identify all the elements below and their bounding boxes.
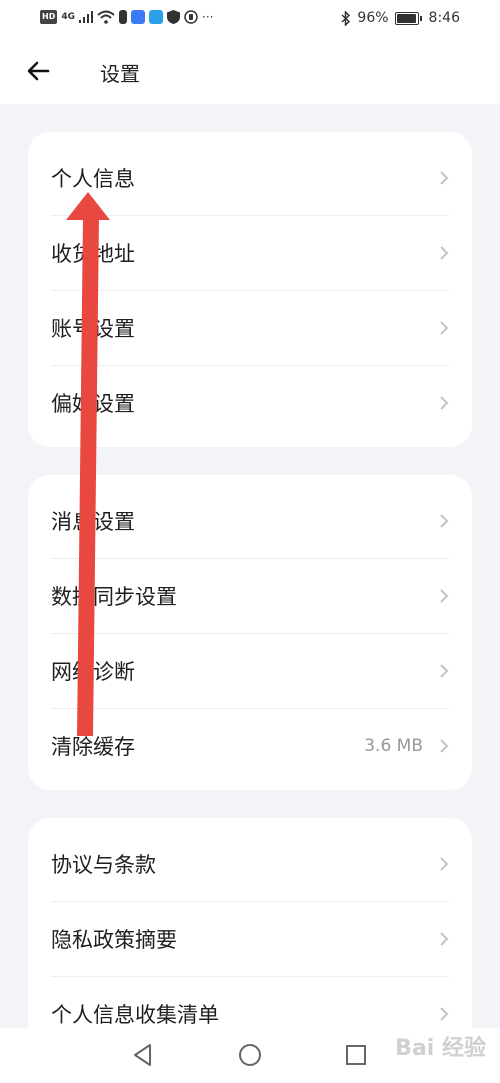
settings-item-preferences[interactable]: 偏好设置 — [28, 365, 472, 440]
settings-item-terms[interactable]: 协议与条款 — [28, 826, 472, 901]
settings-item-clear-cache[interactable]: 清除缓存 3.6 MB — [28, 708, 472, 783]
chevron-right-icon — [440, 588, 449, 603]
notification-alert-icon — [119, 10, 127, 24]
settings-item-label: 个人信息收集清单 — [51, 1002, 219, 1027]
settings-item-label: 收货地址 — [51, 241, 135, 266]
settings-item-label: 账号设置 — [51, 316, 135, 341]
hd-badge: HD — [40, 10, 58, 24]
wifi-icon — [97, 10, 115, 24]
nav-recents-icon[interactable] — [343, 1042, 369, 1068]
settings-item-label: 偏好设置 — [51, 391, 135, 416]
network-label: 4G — [61, 12, 75, 22]
chevron-right-icon — [440, 738, 449, 753]
chevron-right-icon — [440, 245, 449, 260]
settings-item-label: 数据同步设置 — [51, 584, 177, 609]
chevron-right-icon — [440, 663, 449, 678]
status-icons-right: 96% 8:46 — [341, 10, 460, 26]
chevron-right-icon — [440, 513, 449, 528]
settings-item-label: 协议与条款 — [51, 852, 156, 877]
watermark-logo: Bai 经验 — [395, 1036, 486, 1061]
nav-back-icon[interactable] — [130, 1042, 156, 1068]
settings-item-label: 清除缓存 — [51, 734, 135, 759]
settings-group-account: 个人信息 收货地址 账号设置 偏好设置 — [28, 132, 472, 447]
more-notifications: ··· — [202, 10, 214, 24]
clock: 8:46 — [428, 10, 460, 26]
settings-item-shipping-address[interactable]: 收货地址 — [28, 215, 472, 290]
settings-item-label: 消息设置 — [51, 509, 135, 534]
chevron-right-icon — [440, 170, 449, 185]
hand-icon — [184, 10, 198, 24]
bluetooth-icon — [341, 10, 351, 26]
settings-item-personal-info[interactable]: 个人信息 — [28, 140, 472, 215]
app-header: 设置 — [0, 38, 500, 104]
settings-item-data-sync[interactable]: 数据同步设置 — [28, 558, 472, 633]
chevron-right-icon — [440, 1006, 449, 1021]
back-arrow-icon[interactable] — [24, 56, 54, 86]
app-notification-icon — [131, 10, 145, 24]
settings-group-legal: 协议与条款 隐私政策摘要 个人信息收集清单 — [28, 818, 472, 1058]
settings-item-message-settings[interactable]: 消息设置 — [28, 483, 472, 558]
settings-group-system: 消息设置 数据同步设置 网络诊断 清除缓存 3.6 MB — [28, 475, 472, 790]
signal-icon — [79, 11, 93, 23]
chevron-right-icon — [440, 856, 449, 871]
search-app-icon — [149, 10, 163, 24]
nav-home-icon[interactable] — [237, 1042, 263, 1068]
battery-icon — [394, 11, 422, 25]
settings-item-account-settings[interactable]: 账号设置 — [28, 290, 472, 365]
cache-size-value: 3.6 MB — [364, 735, 423, 756]
shield-icon — [167, 10, 180, 24]
settings-item-network-diagnosis[interactable]: 网络诊断 — [28, 633, 472, 708]
chevron-right-icon — [440, 395, 449, 410]
status-icons-left: HD 4G ··· — [40, 10, 213, 24]
settings-item-label: 网络诊断 — [51, 659, 135, 684]
status-bar: HD 4G ··· 96% 8:46 — [0, 0, 500, 38]
settings-item-privacy-summary[interactable]: 隐私政策摘要 — [28, 901, 472, 976]
chevron-right-icon — [440, 320, 449, 335]
chevron-right-icon — [440, 931, 449, 946]
settings-item-label: 隐私政策摘要 — [51, 927, 177, 952]
battery-percent: 96% — [357, 10, 389, 26]
settings-item-label: 个人信息 — [51, 166, 135, 191]
page-title: 设置 — [100, 62, 140, 86]
